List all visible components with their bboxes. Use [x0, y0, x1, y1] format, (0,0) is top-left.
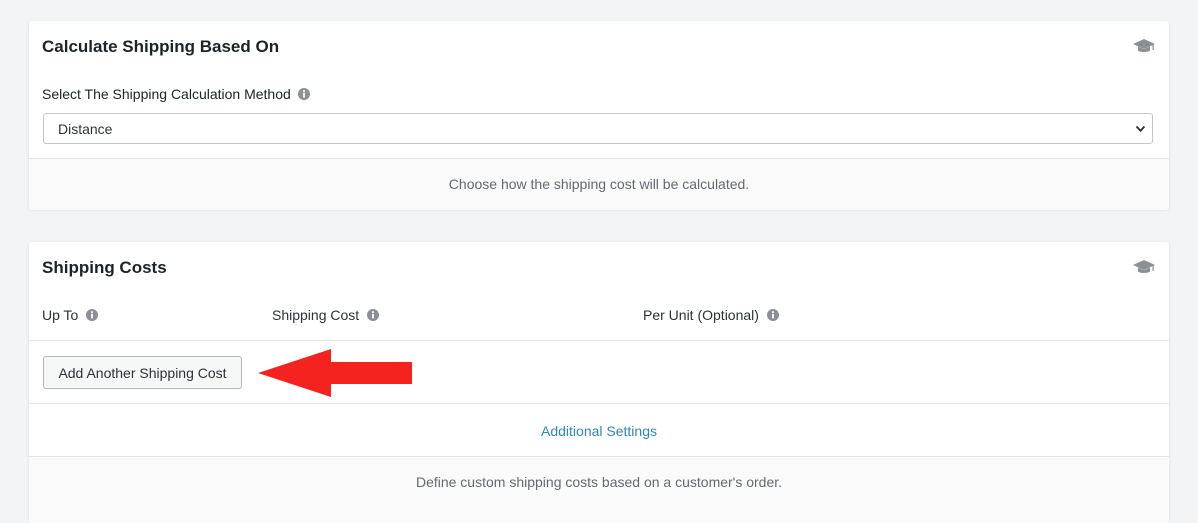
divider [29, 403, 1169, 404]
column-header-label: Per Unit (Optional) [643, 307, 759, 323]
calc-method-label-text: Select The Shipping Calculation Method [42, 86, 291, 102]
additional-settings-label[interactable]: Additional Settings [541, 423, 657, 439]
calc-method-title: Calculate Shipping Based On [42, 37, 280, 56]
info-icon[interactable] [367, 309, 380, 321]
additional-settings-link[interactable]: Additional Settings [29, 423, 1169, 439]
shipping-costs-description: Define custom shipping costs based on a … [29, 456, 1169, 523]
column-header-per-unit: Per Unit (Optional) [643, 307, 779, 323]
column-header-shipping-cost: Shipping Cost [272, 307, 380, 323]
graduation-cap-icon[interactable] [1133, 38, 1155, 54]
shipping-costs-card: Shipping Costs Up To Shipping Cost Per U… [29, 242, 1169, 523]
column-header-label: Shipping Cost [272, 307, 360, 323]
info-icon[interactable] [86, 309, 99, 321]
calc-method-select-value: Distance [58, 121, 113, 137]
chevron-down-icon [1135, 125, 1146, 133]
annotation-arrow [258, 349, 412, 397]
info-icon[interactable] [766, 309, 779, 321]
divider [29, 340, 1169, 341]
shipping-costs-title: Shipping Costs [42, 258, 167, 277]
calc-method-card: Calculate Shipping Based On Select The S… [29, 21, 1169, 210]
calc-method-description: Choose how the shipping cost will be cal… [29, 158, 1169, 210]
info-icon[interactable] [297, 88, 310, 100]
calc-method-label: Select The Shipping Calculation Method [42, 86, 310, 102]
graduation-cap-icon[interactable] [1133, 259, 1155, 275]
calc-method-select[interactable]: Distance [43, 113, 1153, 144]
add-shipping-cost-button[interactable]: Add Another Shipping Cost [43, 356, 242, 389]
column-header-label: Up To [42, 307, 79, 323]
column-header-up-to: Up To [42, 307, 99, 323]
